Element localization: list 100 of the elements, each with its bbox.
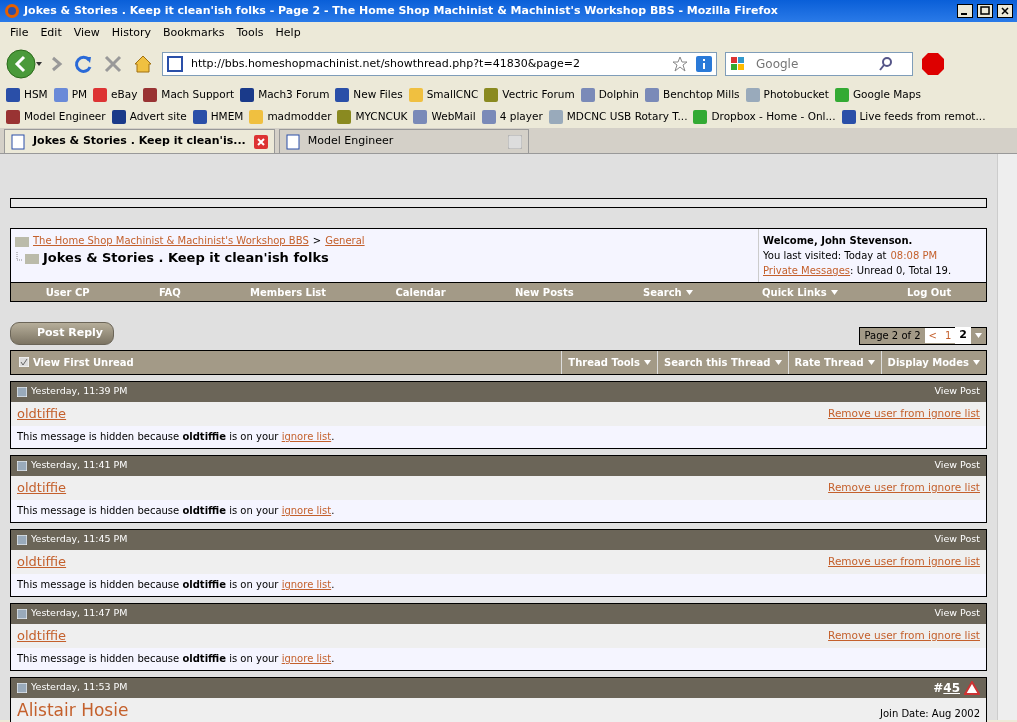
bookmark-icon: [745, 88, 760, 102]
search-field[interactable]: Google: [754, 54, 874, 74]
bookmark-icon: [580, 88, 595, 102]
bookmark[interactable]: New Files: [335, 87, 403, 103]
view-post-link[interactable]: View Post: [934, 606, 980, 621]
scrollbar[interactable]: [997, 154, 1017, 720]
browser-tab[interactable]: Model Engineer: [278, 129, 529, 153]
bookmark[interactable]: Photobucket: [745, 87, 829, 103]
username-link[interactable]: oldtiffie: [17, 551, 67, 572]
username-link[interactable]: oldtiffie: [17, 477, 67, 498]
page-icon: [11, 133, 25, 150]
bookmark[interactable]: Mach Support: [143, 87, 235, 103]
view-post-link[interactable]: View Post: [934, 458, 980, 473]
search-icon[interactable]: [878, 56, 894, 72]
bookmark[interactable]: Dolphin: [580, 87, 639, 103]
bookmark[interactable]: Live feeds from remot...: [841, 109, 986, 125]
bookmark[interactable]: MDCNC USB Rotary T...: [548, 109, 688, 125]
bookmark[interactable]: WebMail: [413, 109, 476, 125]
minimize-button[interactable]: [957, 4, 973, 18]
thread-title: Jokes & Stories . Keep it clean'ish folks: [43, 249, 329, 267]
stop-icon[interactable]: [102, 53, 124, 75]
menu-item[interactable]: View: [67, 22, 106, 44]
breadcrumb-link[interactable]: General: [325, 233, 365, 248]
view-post-link[interactable]: View Post: [934, 532, 980, 547]
visit-time: 08:08 PM: [890, 249, 938, 263]
menu-item[interactable]: Tools: [230, 22, 270, 44]
back-button[interactable]: [6, 49, 42, 79]
menu-item[interactable]: Help: [269, 22, 307, 44]
username-link[interactable]: Alistair Hosie: [17, 697, 129, 722]
menu-item[interactable]: Edit: [34, 22, 68, 44]
bookmark-icon: [645, 88, 659, 102]
remove-ignore-link[interactable]: Remove user from ignore list: [828, 553, 980, 570]
close-button[interactable]: [997, 4, 1013, 18]
caret-icon[interactable]: [685, 289, 693, 295]
bookmark[interactable]: Advert site: [111, 109, 187, 125]
post-date: Yesterday, 11:45 PM: [31, 532, 129, 547]
menu-item[interactable]: File: [4, 22, 35, 44]
bookmark[interactable]: MYCNCUK: [337, 109, 408, 125]
bookmark-icon: [53, 88, 68, 102]
window-title: Jokes & Stories . Keep it clean'ish folks - Page 2 - The Home Shop Machinist & Machinist's Workshop BBS - Mozilla Firefox: [24, 2, 779, 19]
message-count: : Unread 0, Total 19.: [850, 264, 952, 278]
bookmark[interactable]: Vectric Forum: [484, 87, 575, 103]
bookmark-icon: [548, 110, 563, 124]
browser-tab[interactable]: Jokes & Stories . Keep it clean'is...: [4, 129, 275, 153]
remove-ignore-link[interactable]: Remove user from ignore list: [828, 405, 980, 422]
join-date: Join Date: Aug 2002: [880, 706, 980, 721]
remove-ignore-link[interactable]: Remove user from ignore list: [828, 627, 980, 644]
bookmark[interactable]: SmallCNC: [408, 87, 479, 103]
close-icon[interactable]: [253, 134, 268, 149]
view-post-link[interactable]: View Post: [934, 384, 980, 399]
forward-icon[interactable]: [50, 54, 64, 74]
hidden-message: This message is hidden because oldtiffie is on your ignore list.: [17, 578, 335, 592]
bookmark[interactable]: Google Maps: [834, 87, 921, 103]
bookmark[interactable]: eBay: [93, 87, 138, 103]
bookmark[interactable]: HSM: [6, 87, 48, 103]
bookmark[interactable]: 4 player: [481, 109, 543, 125]
post-number[interactable]: #45: [933, 678, 960, 697]
site-icon: [167, 56, 183, 72]
bookmark[interactable]: Benchtop Mills: [645, 87, 740, 103]
menu-item[interactable]: History: [105, 22, 157, 44]
remove-ignore-link[interactable]: Remove user from ignore list: [828, 479, 980, 496]
bookmark-icon: [834, 88, 849, 102]
search-bar[interactable]: Google: [725, 52, 913, 76]
bookmark[interactable]: Dropbox - Home - Onl...: [693, 109, 836, 125]
post-date: Yesterday, 11:53 PM: [31, 680, 129, 695]
warning-icon[interactable]: [964, 680, 980, 695]
bookmark[interactable]: Mach3 Forum: [240, 87, 330, 103]
hidden-message: This message is hidden because oldtiffie is on your ignore list.: [17, 430, 335, 444]
previous-page-link[interactable]: <: [924, 328, 941, 343]
caret-icon[interactable]: [973, 359, 980, 365]
bookmark[interactable]: PM: [53, 87, 88, 103]
folder-icon: [15, 251, 39, 264]
username-link[interactable]: oldtiffie: [17, 403, 67, 424]
home-icon[interactable]: [132, 53, 154, 75]
star-icon[interactable]: [672, 56, 688, 72]
username-link[interactable]: oldtiffie: [17, 625, 67, 646]
post-icon: [17, 608, 27, 619]
bookmark[interactable]: HMEM: [192, 109, 244, 125]
bookmark-icon: [111, 110, 126, 124]
post-reply-button[interactable]: Post Reply: [10, 322, 114, 345]
caret-icon[interactable]: [644, 359, 651, 365]
welcome-text: Welcome, John Stevenson.: [763, 234, 914, 248]
folder-icon: [15, 234, 29, 247]
menu-item[interactable]: Bookmarks: [157, 22, 231, 44]
caret-icon[interactable]: [830, 289, 838, 295]
bookmark[interactable]: Model Engineer: [6, 109, 106, 125]
page-link[interactable]: 2: [955, 327, 971, 344]
bookmark-icon: [335, 88, 350, 102]
bookmark[interactable]: madmodder: [249, 109, 332, 125]
last-visited-text: You last visited: Today at: [763, 249, 887, 263]
caret-icon[interactable]: [774, 359, 782, 365]
address-bar[interactable]: http://bbs.homeshopmachinist.net/showthread.php?t=41830&page=2: [162, 52, 717, 76]
bookmark-icon: [6, 88, 20, 102]
post-date: Yesterday, 11:47 PM: [31, 606, 129, 621]
info-icon[interactable]: [696, 56, 712, 72]
reload-icon[interactable]: [72, 53, 94, 75]
dropdown-icon[interactable]: [975, 333, 982, 338]
caret-icon[interactable]: [867, 359, 875, 365]
breadcrumb-link[interactable]: The Home Shop Machinist & Machinist's Workshop BBS: [33, 233, 309, 248]
maximize-button[interactable]: [977, 4, 993, 18]
